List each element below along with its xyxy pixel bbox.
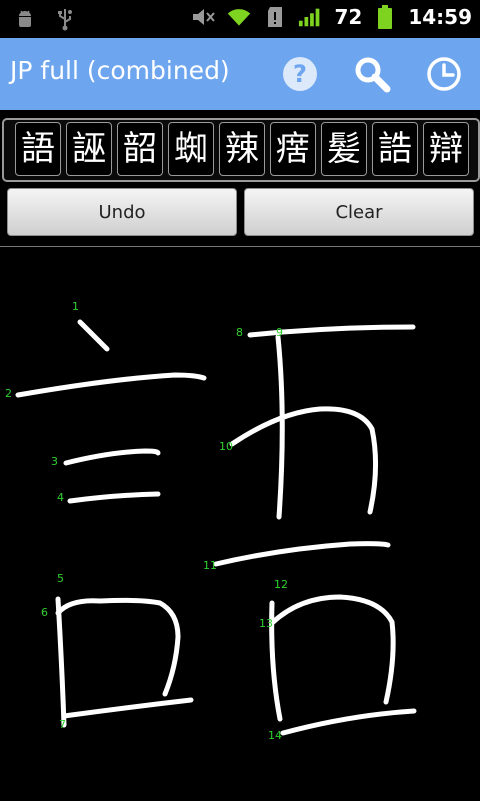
clock: 14:59 (408, 5, 472, 29)
status-bar: 72 14:59 (0, 0, 480, 38)
signal-icon (298, 4, 324, 30)
stroke-label: 1 (72, 300, 79, 313)
handwriting-strokes: 1 2 3 4 5 6 7 8 9 10 11 12 13 14 (5, 300, 417, 742)
svg-text:?: ? (293, 60, 307, 88)
stroke-7 (61, 697, 194, 719)
stroke-9 (275, 334, 285, 520)
candidate-item[interactable]: 髪 (321, 122, 367, 176)
candidate-item[interactable]: 辣 (219, 122, 265, 176)
candidate-item[interactable]: 韶 (117, 122, 163, 176)
search-button[interactable] (350, 52, 394, 96)
candidate-item[interactable]: 蜘 (168, 122, 214, 176)
stroke-10 (229, 406, 379, 515)
stroke-label: 3 (51, 455, 58, 468)
stroke-5 (55, 596, 67, 728)
sd-card-icon (262, 4, 288, 30)
candidate-item[interactable]: 辯 (423, 122, 469, 176)
mute-icon (190, 4, 216, 30)
app-title: JP full (combined) (10, 56, 230, 85)
help-icon: ? (283, 57, 317, 91)
stroke-11 (213, 541, 391, 567)
stroke-label: 5 (57, 572, 64, 585)
app-title-bar: JP full (combined) ? (0, 38, 480, 110)
stroke-3 (63, 448, 161, 466)
stroke-label: 14 (268, 729, 282, 742)
android-debug-icon (12, 6, 38, 32)
stroke-label: 6 (41, 606, 48, 619)
search-icon (355, 57, 391, 93)
candidate-item[interactable]: 誣 (66, 122, 112, 176)
stroke-4 (67, 491, 161, 504)
stroke-label: 13 (259, 617, 273, 630)
stroke-label: 4 (57, 491, 64, 504)
candidate-list: 語 誣 韶 蜘 辣 瘔 髪 誥 辯 (0, 116, 480, 182)
clear-button[interactable]: Clear (244, 188, 474, 236)
candidate-item[interactable]: 語 (15, 122, 61, 176)
battery-level: 72 (334, 5, 363, 29)
stroke-label: 2 (5, 387, 12, 400)
stroke-13 (269, 594, 396, 705)
wifi-icon (226, 4, 252, 30)
stroke-label: 7 (59, 718, 66, 731)
stroke-1 (77, 319, 110, 352)
help-button[interactable]: ? (278, 52, 322, 96)
stroke-label: 11 (203, 559, 217, 572)
stroke-label: 10 (219, 440, 233, 453)
battery-icon (372, 4, 398, 30)
history-button[interactable] (422, 52, 466, 96)
stroke-6 (55, 597, 181, 697)
undo-button[interactable]: Undo (7, 188, 237, 236)
usb-icon (52, 6, 78, 32)
stroke-14 (280, 708, 417, 736)
candidate-item[interactable]: 瘔 (270, 122, 316, 176)
drawing-canvas[interactable]: 1 2 3 4 5 6 7 8 9 10 11 12 13 14 (0, 246, 480, 801)
stroke-label: 12 (274, 578, 288, 591)
history-icon (427, 57, 461, 91)
stroke-2 (15, 372, 207, 398)
stroke-label: 9 (276, 326, 283, 339)
candidate-item[interactable]: 誥 (372, 122, 418, 176)
stroke-8 (247, 324, 416, 338)
stroke-label: 8 (236, 326, 243, 339)
